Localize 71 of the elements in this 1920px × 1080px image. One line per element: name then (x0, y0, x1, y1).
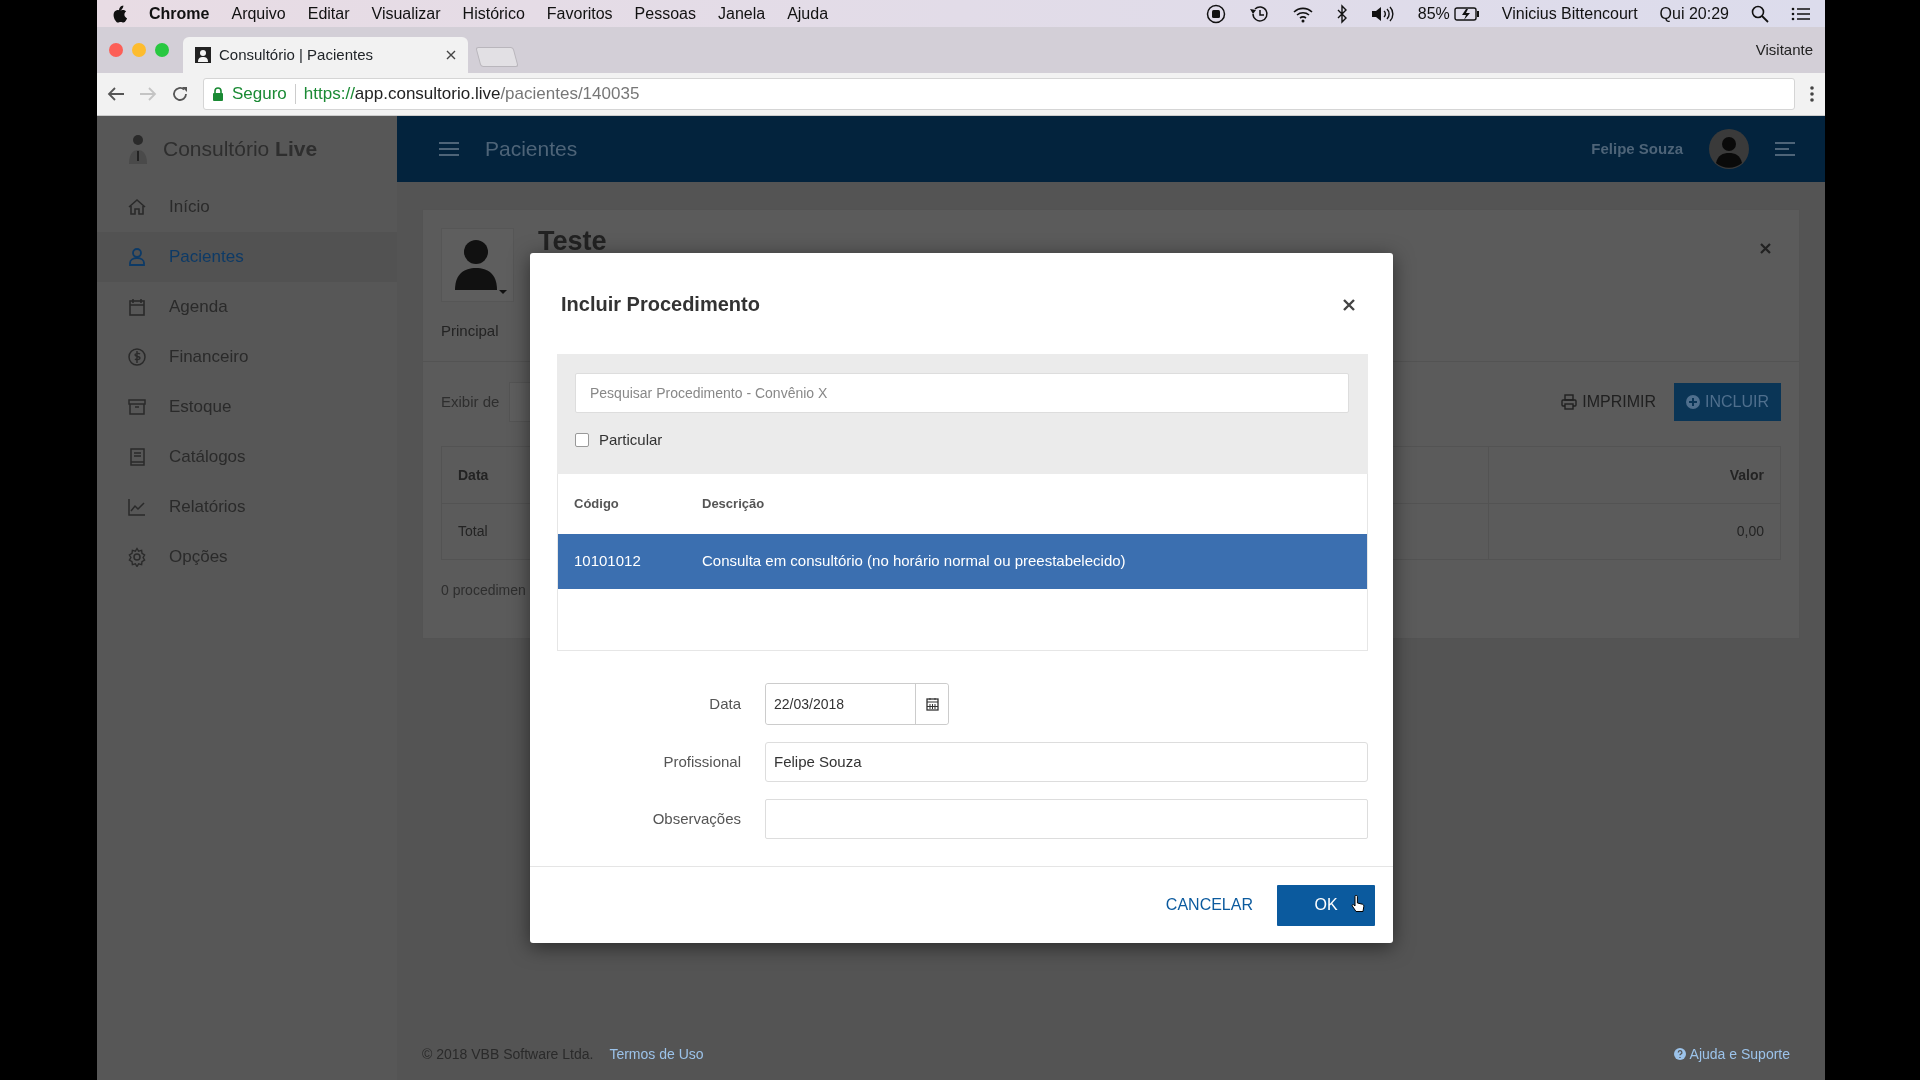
menu-item[interactable]: Histórico (462, 1, 525, 26)
column-header: Valor (1488, 447, 1780, 503)
menu-icon[interactable] (1775, 141, 1795, 157)
record-icon[interactable] (1205, 3, 1226, 24)
select-field[interactable]: Felipe Souza (765, 742, 1368, 782)
close-icon[interactable] (446, 50, 456, 60)
column-header: Código (573, 495, 620, 514)
lock-icon (212, 87, 224, 101)
table-row[interactable]: 10101012 Consulta em consultório (no horário normal ou preestabelecido) (558, 534, 1367, 589)
dollar-circle-icon (127, 347, 147, 367)
book-icon (127, 447, 147, 467)
menu-item[interactable]: Favoritos (546, 1, 613, 26)
plus-circle-icon (1686, 395, 1700, 409)
calendar-icon (127, 297, 147, 317)
close-icon (1343, 298, 1355, 311)
kebab-menu-icon[interactable] (1809, 85, 1815, 103)
browser-tab[interactable]: Consultório | Pacientes (183, 37, 468, 73)
field-label: Observações (651, 808, 741, 829)
pointer-cursor-icon (1351, 895, 1365, 913)
printer-icon (1561, 394, 1578, 410)
url-text: https://app.consultorio.live/pacientes/140035 (303, 83, 640, 106)
app-menu[interactable]: Chrome (149, 1, 210, 26)
bluetooth-icon[interactable] (1335, 3, 1348, 24)
menu-item[interactable]: Ajuda (787, 1, 829, 26)
list-icon[interactable] (1791, 5, 1811, 22)
table-cell: 0,00 (1488, 504, 1780, 559)
calendar-button[interactable] (915, 684, 948, 724)
user-name[interactable]: Vinicius Bittencourt (1501, 1, 1638, 26)
checkbox-label: Particular (599, 430, 663, 450)
battery-percent: 85% (1417, 3, 1450, 24)
battery-icon[interactable] (1453, 6, 1480, 21)
table-cell-text: Total (457, 522, 489, 541)
page-title: Pacientes (485, 136, 578, 163)
modal-title: Incluir Procedimento (561, 291, 760, 316)
calendar-icon (925, 697, 939, 711)
line-chart-icon (127, 497, 147, 517)
person-icon (127, 247, 147, 267)
ok-button[interactable]: OK (1277, 884, 1375, 926)
search-icon[interactable] (1751, 4, 1769, 23)
menu-item[interactable]: Visualizar (371, 1, 441, 26)
profile-name[interactable]: Visitante (1755, 38, 1813, 62)
menu-item[interactable]: Editar (307, 1, 350, 26)
cancel-button[interactable]: CANCELAR (1165, 887, 1253, 923)
clock-history-icon[interactable] (1247, 3, 1270, 24)
menu-item[interactable]: Janela (718, 1, 766, 26)
help-link[interactable]: Ajuda e Suporte (1673, 1043, 1790, 1065)
terms-link[interactable]: Termos de Uso (609, 1043, 704, 1065)
text-field[interactable] (765, 799, 1368, 839)
menu-icon[interactable] (439, 141, 459, 157)
menu-item[interactable]: Pessoas (634, 1, 696, 26)
field-label: Profissional (662, 751, 741, 772)
search-field[interactable]: Pesquisar Procedimento - Convênio X (575, 373, 1349, 413)
security-label: Seguro (232, 83, 287, 106)
question-circle-icon (1673, 1048, 1686, 1060)
field-label: Data (708, 693, 741, 714)
doctor-favicon-icon (195, 47, 211, 63)
date-field[interactable]: 22/03/2018 (765, 683, 949, 725)
apple-logo-icon[interactable] (111, 4, 127, 23)
gear-icon (127, 547, 147, 567)
column-header: Data (457, 465, 490, 485)
column-header: Descrição (702, 495, 765, 514)
clock[interactable]: Qui 20:29 (1659, 1, 1729, 26)
checkbox[interactable] (575, 433, 589, 448)
archive-box-icon (127, 397, 147, 417)
back-arrow-icon[interactable] (107, 86, 125, 102)
menu-item[interactable]: Arquivo (231, 1, 286, 26)
address-bar[interactable]: Seguro https://app.consultorio.live/pacientes/140035 (203, 78, 1795, 110)
patient-name: Teste (538, 228, 607, 258)
reload-icon[interactable] (171, 85, 189, 103)
house-icon (127, 197, 147, 217)
doctor-logo-icon (127, 133, 149, 165)
